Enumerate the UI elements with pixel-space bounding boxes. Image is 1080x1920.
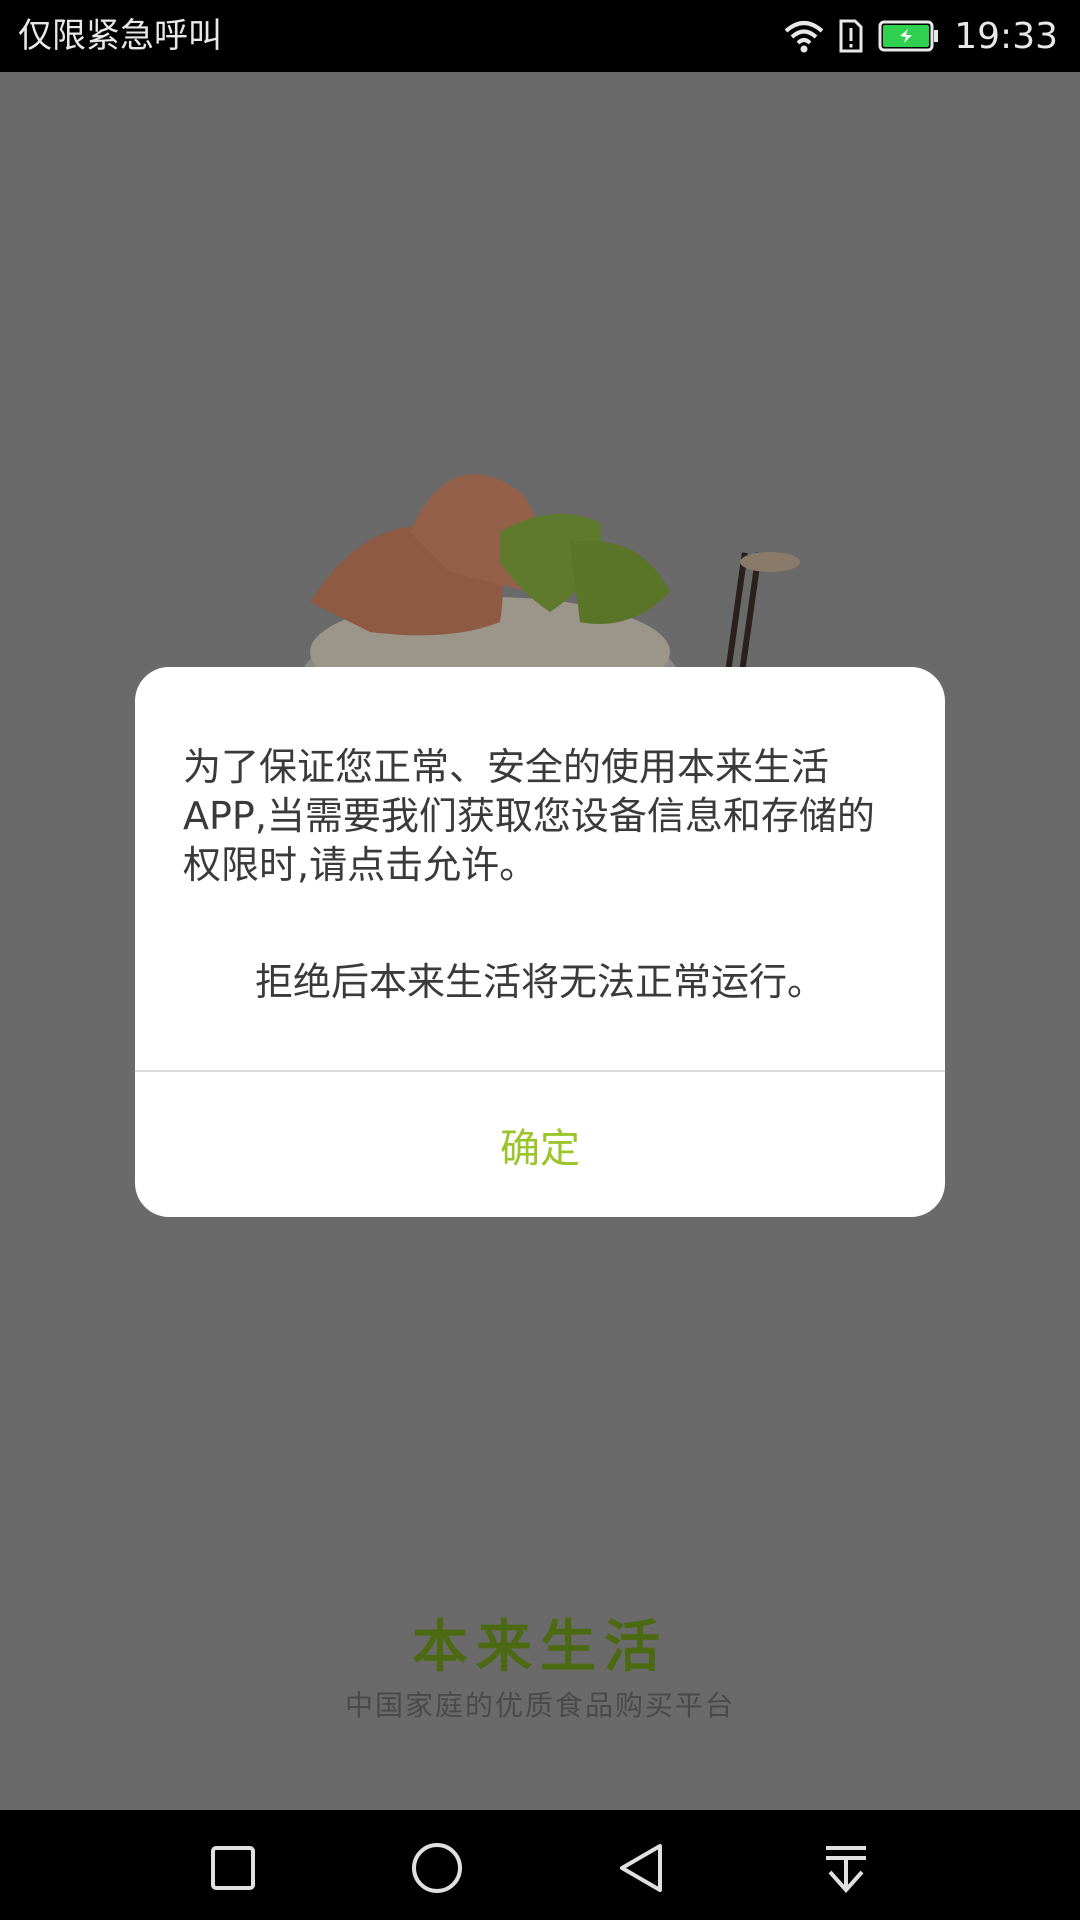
notification-pull-down-icon[interactable]: [816, 1838, 876, 1898]
clock: 19:33: [954, 15, 1058, 57]
carrier-text: 仅限紧急呼叫: [18, 16, 222, 56]
status-icons: 19:33: [784, 10, 1058, 62]
navigation-bar: [0, 1810, 1080, 1920]
confirm-button[interactable]: 确定: [135, 1072, 945, 1217]
back-icon[interactable]: [612, 1838, 672, 1898]
dialog-message: 为了保证您正常、安全的使用本来生活APP,当需要我们获取您设备信息和存储的权限时…: [183, 745, 875, 887]
sim-alert-icon: [839, 19, 863, 53]
status-bar: 仅限紧急呼叫 19:33: [0, 0, 1080, 72]
dialog-warning: 拒绝后本来生活将无法正常运行。: [254, 960, 825, 1004]
permission-dialog: 为了保证您正常、安全的使用本来生活APP,当需要我们获取您设备信息和存储的权限时…: [135, 667, 945, 1217]
brand-logo: 本来生活: [412, 1615, 668, 1680]
home-icon[interactable]: [407, 1838, 467, 1898]
wifi-icon: [784, 21, 824, 53]
screen: 仅限紧急呼叫 19:33 本来生活 中国家庭的优质食品购买平台 为了保证您正常、…: [0, 0, 1080, 1920]
brand-tagline: 中国家庭的优质食品购买平台: [344, 1689, 735, 1722]
battery-charging-icon: [878, 20, 939, 52]
recent-apps-icon[interactable]: [203, 1838, 263, 1898]
